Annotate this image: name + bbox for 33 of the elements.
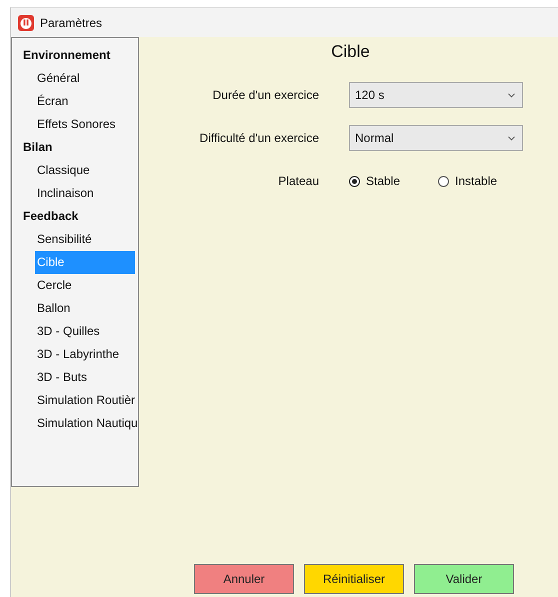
window-title: Paramètres — [40, 16, 102, 30]
sidebar-item[interactable]: Cercle — [35, 274, 138, 297]
panel-title: Cible — [330, 41, 371, 63]
action-button[interactable]: Valider — [414, 564, 514, 594]
sidebar-item[interactable]: Écran — [35, 90, 138, 113]
app-logo-icon — [18, 14, 34, 30]
sidebar-item[interactable]: Simulation Routièr — [35, 389, 138, 412]
sidebar-group-heading: Feedback — [22, 208, 80, 225]
sidebar-item[interactable]: Simulation Nautiqu — [35, 412, 138, 435]
radio-label: Stable — [366, 174, 400, 188]
dropdown[interactable]: Normal — [349, 125, 523, 151]
sidebar-item[interactable]: Sensibilité — [35, 228, 138, 251]
sidebar-item[interactable]: Effets Sonores — [35, 113, 138, 136]
action-button[interactable]: Annuler — [194, 564, 294, 594]
sidebar-item[interactable]: 3D - Labyrinthe — [35, 343, 138, 366]
field-label: Difficulté d'un exercice — [198, 131, 319, 145]
chevron-down-icon — [508, 92, 515, 98]
dropdown[interactable]: 120 s — [349, 82, 523, 108]
sidebar-item[interactable]: 3D - Quilles — [35, 320, 138, 343]
chevron-down-icon — [508, 136, 515, 140]
field-label: Plateau — [277, 174, 319, 188]
sidebar-group-heading: Bilan — [22, 139, 54, 156]
sidebar-item[interactable]: Général — [35, 67, 138, 90]
radio-button[interactable] — [349, 176, 360, 186]
sidebar-item[interactable]: Classique — [35, 159, 138, 182]
sidebar-item[interactable]: Ballon — [35, 297, 138, 320]
radio-button[interactable] — [438, 176, 450, 186]
radio-label: Instable — [455, 174, 498, 188]
sidebar-item[interactable]: 3D - Buts — [35, 366, 138, 389]
sidebar-item[interactable]: Inclinaison — [35, 182, 138, 205]
action-button[interactable]: Réinitialiser — [304, 564, 404, 594]
field-label: Durée d'un exercice — [212, 88, 319, 102]
sidebar-group-heading: Environnement — [22, 47, 112, 64]
